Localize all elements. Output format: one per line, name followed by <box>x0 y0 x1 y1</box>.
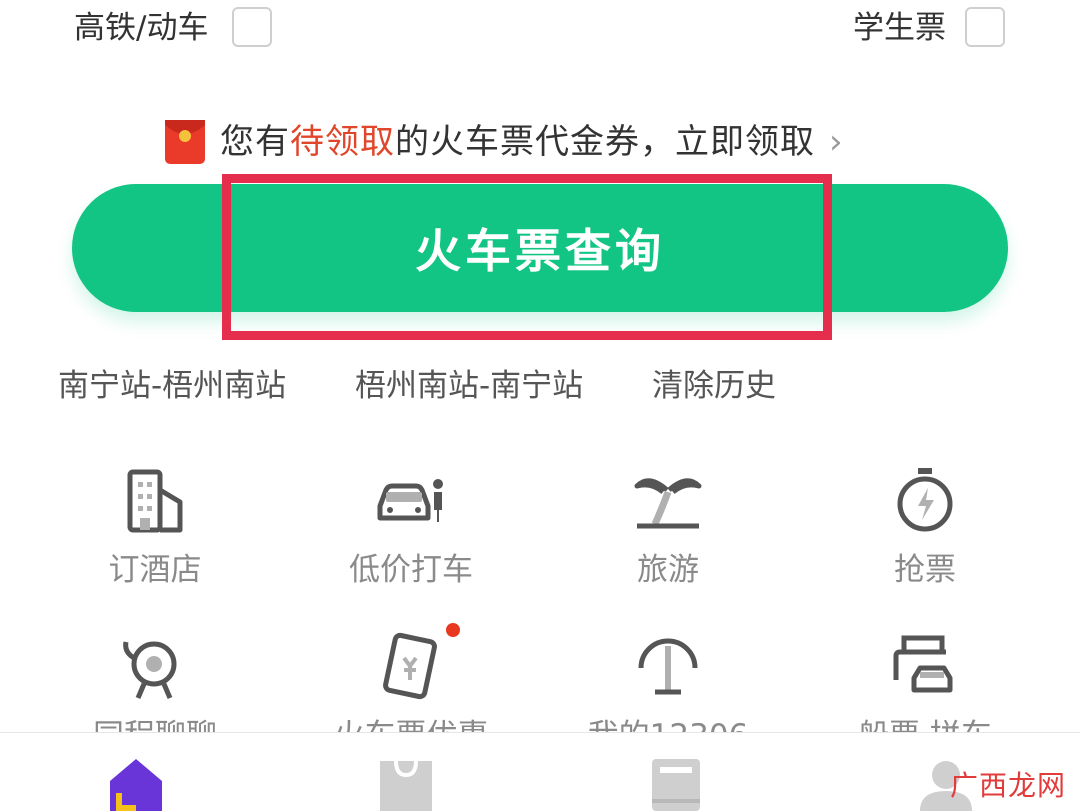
coupon-text: 您有待领取的火车票代金券，立即领取 <box>220 122 815 162</box>
palm-tree-icon <box>634 478 702 529</box>
student-ticket-checkbox[interactable] <box>965 7 1005 47</box>
home-icon[interactable] <box>106 755 166 811</box>
coupon-highlight: 待领取 <box>290 122 395 162</box>
clear-history-button[interactable]: 清除历史 <box>652 362 776 410</box>
coupon-ticket-icon <box>383 632 437 700</box>
service-label: 低价打车 <box>349 552 473 588</box>
chat-mascot-icon <box>123 641 177 699</box>
ship-car-icon <box>893 635 953 693</box>
service-label: 抢票 <box>894 552 956 588</box>
service-grab-ticket[interactable]: 抢票 <box>825 466 1025 592</box>
notification-dot <box>446 623 460 637</box>
train-ticket-search-button[interactable]: 火车票查询 <box>72 184 1008 312</box>
search-button-label: 火车票查询 <box>415 224 665 278</box>
service-label: 旅游 <box>637 552 699 588</box>
bottom-tab-bar <box>0 732 1080 811</box>
shopping-bag-icon[interactable] <box>376 755 436 811</box>
student-ticket-label: 学生票 <box>853 10 946 46</box>
orders-book-icon[interactable] <box>646 755 706 811</box>
highspeed-label: 高铁/动车 <box>74 10 209 46</box>
chevron-right-icon: › <box>829 122 843 162</box>
highspeed-checkbox[interactable] <box>232 7 272 47</box>
service-taxi[interactable]: 低价打车 <box>311 466 511 592</box>
service-hotel[interactable]: 订酒店 <box>55 466 255 592</box>
service-travel[interactable]: 旅游 <box>568 466 768 592</box>
watermark-text: 广西龙网 <box>950 769 1067 802</box>
taxi-icon <box>377 479 443 522</box>
hotel-icon <box>127 469 183 533</box>
red-envelope-icon <box>165 120 205 164</box>
service-label: 订酒店 <box>108 552 202 588</box>
stopwatch-icon <box>897 468 953 532</box>
history-item[interactable]: 梧州南站-南宁站 <box>355 362 583 410</box>
train-station-icon <box>638 638 698 695</box>
history-item[interactable]: 南宁站-梧州南站 <box>58 362 286 410</box>
coupon-banner[interactable]: 您有待领取的火车票代金券，立即领取 › <box>164 116 843 168</box>
